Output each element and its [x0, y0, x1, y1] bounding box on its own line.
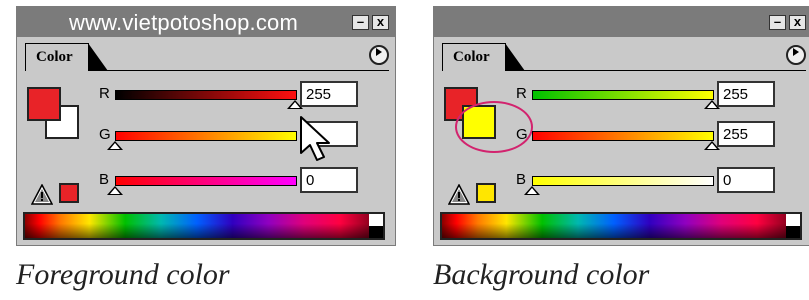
- channel-r-slider[interactable]: [115, 90, 297, 100]
- gamut-color-swatch[interactable]: [476, 183, 496, 203]
- panel-title-bar[interactable]: – x: [434, 7, 809, 37]
- channel-g-slider[interactable]: [115, 131, 297, 141]
- spectrum-black-swatch[interactable]: [369, 226, 383, 238]
- watermark-text: www.vietpotoshop.com: [69, 10, 298, 35]
- gamut-color-swatch[interactable]: [59, 183, 79, 203]
- play-triangle-icon: [376, 48, 382, 56]
- mouse-pointer-icon: [300, 116, 330, 161]
- channel-b-input[interactable]: 0: [717, 167, 775, 193]
- close-button[interactable]: x: [372, 15, 389, 30]
- color-spectrum-ramp[interactable]: [440, 212, 802, 240]
- tab-color[interactable]: Color: [25, 43, 108, 71]
- channel-g-thumb[interactable]: [107, 141, 123, 150]
- gamut-warning-icon[interactable]: [448, 184, 470, 206]
- channel-b-slider[interactable]: [532, 176, 714, 186]
- color-spectrum-ramp[interactable]: [23, 212, 385, 240]
- tab-divider: [107, 70, 389, 71]
- channel-r-input[interactable]: 255: [300, 81, 358, 107]
- spectrum-black-swatch[interactable]: [786, 226, 800, 238]
- minimize-button[interactable]: –: [352, 15, 369, 30]
- channel-b-slider[interactable]: [115, 176, 297, 186]
- close-button[interactable]: x: [789, 15, 806, 30]
- channel-r-label: R: [516, 85, 527, 102]
- channel-b-thumb[interactable]: [107, 186, 123, 195]
- tab-row: Color: [434, 37, 809, 71]
- color-panel-foreground: www.vietpotoshop.com – x Color R 255 G B…: [16, 6, 396, 246]
- minimize-button[interactable]: –: [769, 15, 786, 30]
- panel-title-bar[interactable]: www.vietpotoshop.com – x: [17, 7, 395, 37]
- gamut-warning-icon[interactable]: [31, 184, 53, 206]
- channel-g-input[interactable]: 255: [717, 121, 775, 147]
- channel-b-input[interactable]: 0: [300, 167, 358, 193]
- caption-foreground: Foreground color: [16, 258, 230, 291]
- channel-r-input[interactable]: 255: [717, 81, 775, 107]
- play-triangle-icon: [793, 48, 799, 56]
- channel-b-thumb[interactable]: [524, 186, 540, 195]
- tab-divider: [524, 70, 806, 71]
- spectrum-white-swatch[interactable]: [369, 214, 383, 226]
- panel-menu-button[interactable]: [369, 45, 389, 65]
- caption-background: Background color: [433, 258, 650, 291]
- channel-r-label: R: [99, 85, 110, 102]
- color-panel-background: – x Color R 255 G 255 B 0: [433, 6, 809, 246]
- tab-row: Color: [17, 37, 395, 71]
- panel-menu-button[interactable]: [786, 45, 806, 65]
- channel-g-slider[interactable]: [532, 131, 714, 141]
- foreground-color-swatch[interactable]: [27, 87, 61, 121]
- channel-g-label: G: [516, 126, 528, 143]
- spectrum-white-swatch[interactable]: [786, 214, 800, 226]
- tab-color[interactable]: Color: [442, 43, 525, 71]
- channel-r-slider[interactable]: [532, 90, 714, 100]
